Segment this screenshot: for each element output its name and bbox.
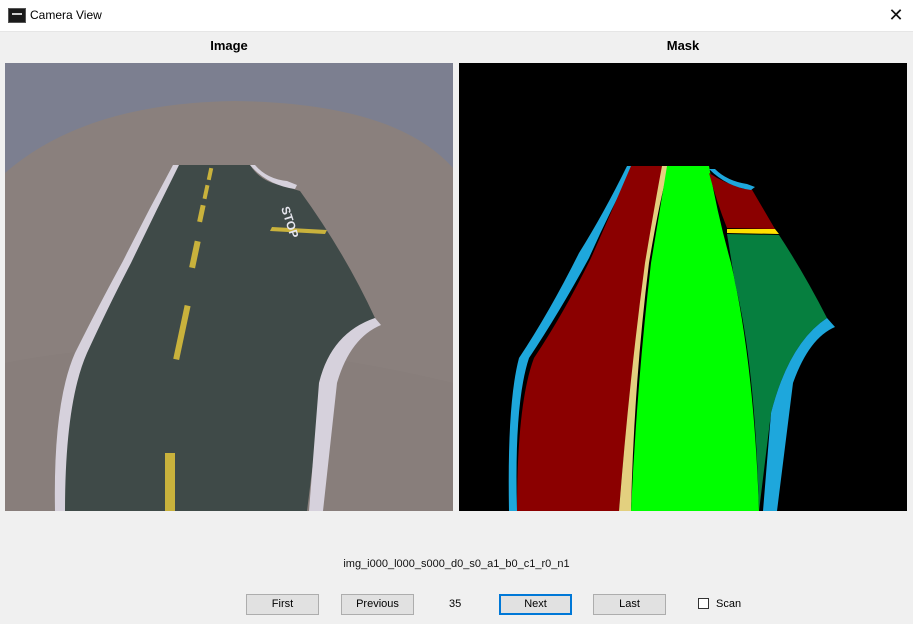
frame-index: 35 <box>449 598 462 610</box>
next-button[interactable]: Next <box>499 594 572 615</box>
camera-window-icon <box>8 8 26 23</box>
mask-panel-title: Mask <box>666 38 700 53</box>
image-filename: img_i000_l000_s000_d0_s0_a1_b0_c1_r0_n1 <box>343 558 570 570</box>
scan-label[interactable]: Scan <box>716 598 741 610</box>
close-icon[interactable]: ✕ <box>879 0 913 31</box>
title-bar: Camera View ✕ <box>0 0 913 32</box>
scan-checkbox[interactable] <box>698 598 709 609</box>
camera-image: STOP <box>5 63 453 511</box>
segmentation-mask <box>459 63 907 511</box>
first-button[interactable]: First <box>246 594 319 615</box>
window-title: Camera View <box>30 8 102 22</box>
last-button[interactable]: Last <box>593 594 666 615</box>
image-panel-title: Image <box>210 38 248 53</box>
previous-button[interactable]: Previous <box>341 594 414 615</box>
